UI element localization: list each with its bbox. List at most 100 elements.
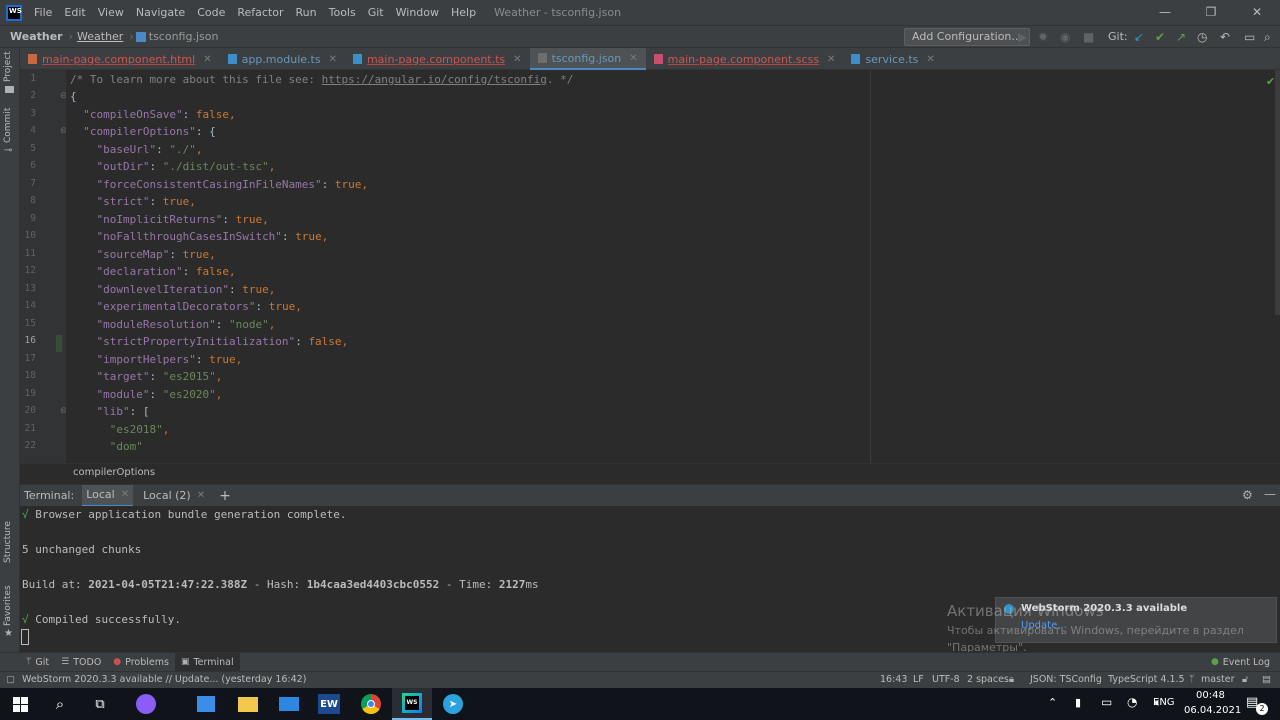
close-icon[interactable]: ✕: [329, 54, 337, 65]
commit-tool-button[interactable]: Commit: [3, 108, 13, 143]
ew-app-icon[interactable]: EW: [309, 688, 349, 720]
tab-main-page-scss[interactable]: main-page.component.scss ✕: [646, 48, 844, 70]
menu-git[interactable]: Git: [362, 0, 390, 25]
event-log-button[interactable]: ● Event Log: [1205, 653, 1276, 672]
tray-expand-icon[interactable]: ⌃: [1048, 696, 1057, 709]
star-icon: ★: [4, 628, 13, 639]
menu-edit[interactable]: Edit: [58, 0, 91, 25]
debug-icon[interactable]: ✹: [1038, 30, 1048, 44]
breadcrumb-project[interactable]: Weather: [0, 30, 67, 43]
battery-icon[interactable]: ▭: [1101, 695, 1112, 709]
rollback-icon[interactable]: ↶: [1220, 30, 1230, 44]
file-encoding[interactable]: UTF-8: [932, 674, 960, 685]
breadcrumb-folder[interactable]: Weather: [75, 30, 127, 43]
comment-end: . */: [546, 73, 574, 86]
git-update-icon[interactable]: ↙: [1134, 30, 1144, 44]
menu-view[interactable]: View: [92, 0, 130, 25]
close-icon[interactable]: ✕: [197, 490, 205, 501]
line-separator[interactable]: LF: [913, 674, 924, 685]
close-icon[interactable]: ✕: [926, 54, 934, 65]
breadcrumb-file[interactable]: tsconfig.json: [149, 30, 223, 43]
menu-refactor[interactable]: Refactor: [231, 0, 289, 25]
cortana-app-icon[interactable]: [126, 688, 166, 720]
close-icon[interactable]: ✕: [629, 53, 637, 64]
store-app-icon[interactable]: [186, 688, 226, 720]
code-line-5: "baseUrl": "./",: [96, 143, 203, 156]
tab-service[interactable]: service.ts ✕: [843, 48, 942, 70]
start-button[interactable]: [0, 688, 40, 720]
tool-window-terminal[interactable]: ▣ Terminal: [174, 652, 240, 672]
search-icon[interactable]: ⌕: [40, 688, 80, 720]
caret-position[interactable]: 16:43: [880, 674, 907, 685]
favorites-tool-button[interactable]: Favorites: [3, 585, 13, 626]
error-icon: ●: [113, 657, 122, 667]
typescript-version[interactable]: TypeScript 4.1.5: [1108, 674, 1185, 685]
tab-app-module[interactable]: app.module.ts ✕: [220, 48, 345, 70]
close-icon[interactable]: ✕: [121, 489, 129, 500]
tab-tsconfig[interactable]: tsconfig.json ✕: [529, 48, 646, 70]
menu-file[interactable]: File: [28, 0, 58, 25]
menu-navigate[interactable]: Navigate: [130, 0, 191, 25]
menu-run[interactable]: Run: [290, 0, 323, 25]
comment-link[interactable]: https://angular.io/config/tsconfig: [322, 73, 547, 86]
task-view-icon[interactable]: ⧉: [80, 688, 120, 720]
run-icon[interactable]: ▶: [1018, 30, 1027, 44]
minimize-button[interactable]: —: [1142, 0, 1188, 25]
json-key: "downlevelIteration": [96, 283, 229, 296]
editor-scrollbar[interactable]: ✔: [1266, 70, 1280, 463]
telegram-app-icon[interactable]: ➤: [433, 688, 473, 720]
memory-icon[interactable]: ▤: [1262, 674, 1271, 685]
project-tool-button[interactable]: Project: [3, 51, 13, 82]
git-commit-icon[interactable]: ✔: [1155, 30, 1165, 44]
close-button[interactable]: ✕: [1234, 0, 1280, 25]
terminal-tab-local-2[interactable]: Local (2) ✕: [139, 485, 209, 507]
search-icon[interactable]: ⌕: [1264, 30, 1271, 44]
indent-setting[interactable]: 2 spaces: [967, 674, 1009, 685]
gear-icon[interactable]: ⚙: [1242, 488, 1253, 502]
menu-window[interactable]: Window: [390, 0, 445, 25]
git-push-icon[interactable]: ↗: [1176, 30, 1186, 44]
close-icon[interactable]: ✕: [513, 54, 521, 65]
network-icon[interactable]: ◔: [1127, 695, 1137, 709]
scroll-thumb[interactable]: [1275, 70, 1280, 315]
language-indicator[interactable]: ENG: [1153, 697, 1175, 708]
menu-tools[interactable]: Tools: [323, 0, 362, 25]
code-editor[interactable]: /* To learn more about this file see: ht…: [66, 70, 1272, 463]
history-icon[interactable]: ◷: [1197, 30, 1207, 44]
tool-window-problems[interactable]: ● Problems: [107, 653, 175, 672]
new-terminal-button[interactable]: +: [215, 485, 235, 507]
chrome-app-icon[interactable]: [351, 688, 391, 720]
layout-icon[interactable]: ▭: [1244, 30, 1255, 44]
maximize-button[interactable]: ❐: [1188, 0, 1234, 25]
mail-app-icon[interactable]: [269, 688, 309, 720]
lock-icon[interactable]: 🔓︎: [1242, 674, 1248, 685]
menu-help[interactable]: Help: [445, 0, 482, 25]
close-icon[interactable]: ✕: [827, 54, 835, 65]
code-breadcrumb[interactable]: compilerOptions: [73, 467, 155, 478]
status-message[interactable]: WebStorm 2020.3.3 available // Update...…: [22, 674, 306, 685]
stop-icon[interactable]: ■: [1083, 30, 1094, 44]
webstorm-app-icon[interactable]: WS: [392, 688, 432, 720]
structure-tool-button[interactable]: Structure: [3, 521, 13, 563]
close-icon[interactable]: ✕: [203, 54, 211, 65]
tab-main-page-html[interactable]: main-page.component.html ✕: [20, 48, 220, 70]
hide-panel-icon[interactable]: —: [1264, 487, 1276, 501]
tool-window-git[interactable]: ᛘ Git: [20, 653, 55, 672]
status-window-icon[interactable]: ▢: [6, 674, 15, 685]
coverage-icon[interactable]: ◉: [1060, 30, 1070, 44]
add-configuration-button[interactable]: Add Configuration...: [904, 28, 1030, 46]
clock-time[interactable]: 00:48: [1196, 690, 1225, 701]
clock-date[interactable]: 06.04.2021: [1184, 705, 1241, 716]
code-line-15: "moduleResolution": "node",: [96, 318, 276, 331]
tab-label: main-page.component.scss: [667, 52, 820, 66]
menu-code[interactable]: Code: [191, 0, 231, 25]
no-problems-check-icon[interactable]: ✔: [1266, 75, 1275, 88]
microphone-icon[interactable]: ▮: [1075, 696, 1081, 709]
git-branch[interactable]: master: [1201, 674, 1235, 685]
terminal-tab-local[interactable]: Local ✕: [82, 484, 134, 507]
tab-main-page-ts[interactable]: main-page.component.ts ✕: [345, 48, 530, 70]
lock-icon[interactable]: 🔒︎: [1009, 674, 1014, 685]
file-explorer-icon[interactable]: [228, 688, 268, 720]
tool-window-todo[interactable]: ☰ TODO: [55, 653, 107, 672]
json-schema[interactable]: JSON: TSConfig: [1030, 674, 1102, 685]
